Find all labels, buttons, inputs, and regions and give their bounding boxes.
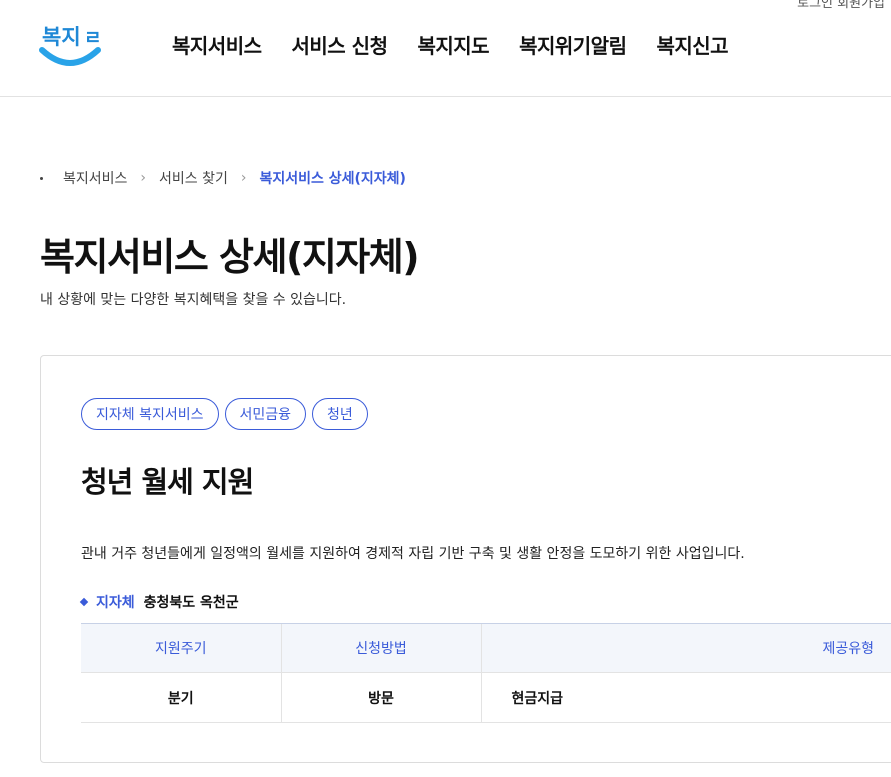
tag-microfinance[interactable]: 서민금융 [224,398,307,430]
cell-apply-method: 방문 [280,672,481,723]
nav-welfare-map[interactable]: 복지지도 [417,30,489,59]
organization-label: 지자체 [96,595,135,611]
breadcrumb: 복지서비스 › 서비스 찾기 › 복지서비스 상세(지자체) [40,168,406,188]
nav-welfare-crisis-alert[interactable]: 복지위기알림 [519,30,627,59]
home-bullet-icon [40,176,43,180]
svg-text:ㄹ: ㄹ [84,27,101,49]
column-header-support-cycle: 지원주기 [81,623,281,673]
nav-welfare-services[interactable]: 복지서비스 [172,30,262,59]
service-description: 관내 거주 청년들에게 일정액의 월세를 지원하여 경제적 자립 기반 구축 및… [81,546,745,562]
page-title: 복지서비스 상세(지자체) [40,235,420,279]
service-info-table: 지원주기 신청방법 제공유형 분기 방문 현금지급 [81,623,891,723]
cell-support-cycle: 분기 [81,672,281,723]
page-description: 내 상황에 맞는 다양한 복지혜택을 찾을 수 있습니다. [40,292,347,308]
column-header-apply-method: 신청방법 [280,623,481,673]
bokjiro-logo-icon: 복지 ㄹ [39,25,101,66]
svg-text:복지: 복지 [42,25,81,49]
bokjiro-logo[interactable]: 복지 ㄹ [38,14,102,70]
table-header-row: 지원주기 신청방법 제공유형 [81,623,891,673]
service-detail-card: 지자체 복지서비스 서민금융 청년 청년 월세 지원 관내 거주 청년들에게 일… [40,355,891,763]
chevron-right-icon: › [140,170,147,186]
service-organization: 지자체 충청북도 옥천군 [79,592,239,612]
breadcrumb-item-welfare-services[interactable]: 복지서비스 [63,168,127,188]
tag-local-welfare-service[interactable]: 지자체 복지서비스 [81,398,219,430]
diamond-bullet-icon [79,597,89,607]
nav-service-apply[interactable]: 서비스 신청 [292,30,388,59]
organization-value: 충청북도 옥천군 [143,595,239,611]
service-tags: 지자체 복지서비스 서민금융 청년 [81,398,374,430]
chevron-right-icon: › [240,170,247,186]
cell-provision-type: 현금지급 [480,672,891,723]
service-title: 청년 월세 지원 [81,465,254,499]
table-row: 분기 방문 현금지급 [81,672,891,723]
site-header: 복지 ㄹ 복지서비스 서비스 신청 복지지도 복지위기알림 복지신고 [0,0,891,97]
tag-youth[interactable]: 청년 [312,398,368,430]
column-header-provision-type: 제공유형 [480,623,891,673]
breadcrumb-item-service-search[interactable]: 서비스 찾기 [159,168,228,188]
nav-welfare-report[interactable]: 복지신고 [656,30,728,59]
breadcrumb-current: 복지서비스 상세(지자체) [259,171,406,187]
main-navigation: 복지서비스 서비스 신청 복지지도 복지위기알림 복지신고 [172,30,758,59]
